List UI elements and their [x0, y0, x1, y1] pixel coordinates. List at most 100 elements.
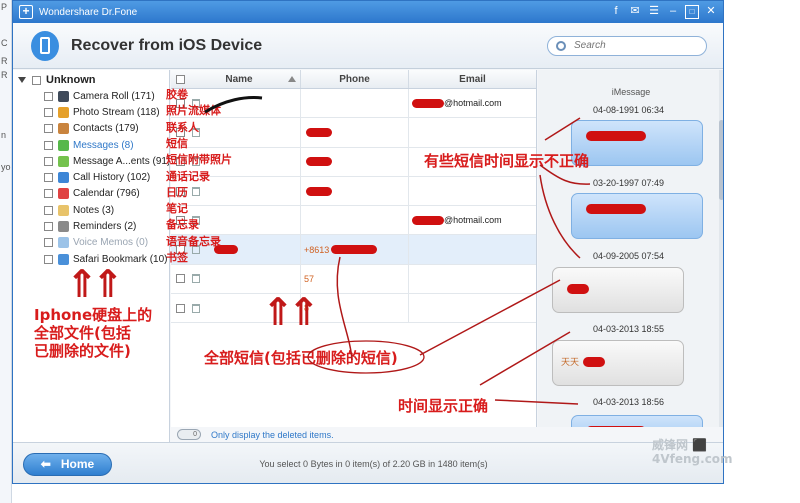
maximize-button[interactable]: □ — [685, 5, 699, 19]
message-bubble[interactable] — [571, 120, 703, 166]
deleted-only-toggle[interactable]: 0 — [177, 429, 201, 440]
item-checkbox[interactable] — [44, 124, 53, 134]
item-checkbox[interactable] — [44, 254, 53, 264]
message-bubble[interactable] — [571, 415, 703, 427]
sidebar-item[interactable]: Contacts (179) — [13, 121, 169, 137]
minimize-button[interactable]: – — [666, 5, 680, 19]
sidebar-item-label: Camera Roll (171) — [73, 90, 155, 102]
annotation-note: 短信 — [166, 136, 188, 150]
table-row[interactable] — [171, 118, 536, 148]
email-value: @hotmail.com — [444, 215, 502, 226]
table-row[interactable]: @hotmail.com — [171, 206, 536, 236]
home-button[interactable]: ⬅ Home — [23, 452, 112, 476]
annotation-note: 语音备忘录 — [166, 234, 221, 248]
redaction-mark — [306, 127, 332, 137]
cell-phone — [301, 147, 409, 176]
email-value: @hotmail.com — [444, 98, 502, 109]
cell-phone: 57 — [301, 264, 409, 294]
tree-root[interactable]: Unknown — [13, 72, 169, 88]
sidebar-item[interactable]: Call History (102) — [13, 169, 169, 185]
item-checkbox[interactable] — [44, 238, 53, 248]
sort-asc-icon[interactable] — [288, 76, 296, 82]
deleted-trash-icon — [192, 186, 200, 196]
item-checkbox[interactable] — [44, 205, 53, 215]
item-checkbox[interactable] — [44, 107, 53, 117]
annotation-note: 笔记 — [166, 202, 188, 216]
message-timestamp: 04-03-2013 18:55 — [593, 324, 665, 334]
cell-phone — [301, 176, 409, 206]
table-row[interactable]: 57 — [171, 264, 536, 295]
annotation-note: 备忘录 — [166, 218, 199, 232]
sidebar-item[interactable]: Photo Stream (118) — [13, 104, 169, 120]
column-name[interactable]: Name — [190, 74, 288, 85]
column-phone[interactable]: Phone — [301, 70, 409, 88]
sidebar-item[interactable]: Voice Memos (0) — [13, 235, 169, 251]
deleted-trash-icon — [192, 303, 200, 313]
item-checkbox[interactable] — [44, 140, 53, 150]
row-checkbox[interactable] — [176, 303, 185, 313]
sidebar-item-label: Reminders (2) — [73, 221, 137, 233]
watermark: 威锋网 ⬛ 4Vfeng.com — [652, 438, 733, 466]
cell-email — [409, 235, 536, 263]
sidebar-item[interactable]: Camera Roll (171) — [13, 88, 169, 104]
close-button[interactable]: ✕ — [704, 5, 718, 19]
sidebar-item[interactable]: Reminders (2) — [13, 218, 169, 234]
item-checkbox[interactable] — [44, 189, 53, 199]
item-checkbox[interactable] — [44, 91, 53, 101]
facebook-icon[interactable]: f — [609, 5, 623, 19]
table-row[interactable]: @hotmail.com — [171, 89, 536, 119]
category-tree: Unknown Camera Roll (171) Photo Stream (1… — [13, 70, 170, 442]
cell-phone — [301, 118, 409, 147]
annotation-note: 照片流媒体 — [166, 104, 221, 118]
sidebar-item-label: Voice Memos (0) — [73, 237, 149, 249]
sidebar-item-label: Calendar (796) — [73, 188, 140, 200]
category-icon — [58, 237, 69, 249]
preview-scrollbar[interactable] — [719, 70, 723, 427]
bg-fragment: R — [1, 70, 8, 80]
message-timestamp: 04-08-1991 06:34 — [593, 105, 665, 115]
phone-value: 57 — [304, 273, 315, 284]
search-icon — [556, 40, 566, 51]
cell-phone: +8613 — [301, 235, 409, 264]
item-checkbox[interactable] — [44, 222, 53, 232]
sidebar-item[interactable]: Notes (3) — [13, 202, 169, 218]
preview-title: iMessage — [611, 87, 651, 97]
item-checkbox[interactable] — [44, 173, 53, 183]
annotation-note: 通话记录 — [166, 169, 210, 183]
select-all-checkbox[interactable] — [176, 74, 185, 84]
app-window: + Wondershare Dr.Fone f ✉ ☰ – □ ✕ Recove… — [12, 0, 724, 484]
bg-fragment: R — [1, 56, 8, 66]
redaction-mark — [412, 215, 444, 225]
sidebar-item-label: Call History (102) — [73, 172, 151, 184]
sidebar-item[interactable]: Messages (8) — [13, 137, 169, 153]
scroll-thumb[interactable] — [719, 120, 723, 200]
message-bubble[interactable]: 天天 — [552, 340, 684, 386]
expand-arrow-icon[interactable] — [18, 77, 26, 83]
search-box[interactable] — [547, 35, 707, 56]
cell-phone: 8 — [301, 294, 409, 323]
table-row[interactable]: 8 — [171, 294, 536, 324]
message-bubble[interactable] — [571, 193, 703, 239]
feedback-icon[interactable]: ✉ — [628, 5, 642, 19]
sidebar-item[interactable]: Message A...ents (91) — [13, 153, 169, 169]
deleted-only-label[interactable]: Only display the deleted items. — [211, 430, 334, 440]
sidebar-item-label: Message A...ents (91) — [73, 155, 169, 167]
root-checkbox[interactable] — [32, 75, 41, 85]
row-checkbox[interactable] — [176, 274, 185, 284]
sidebar-item[interactable]: Calendar (796) — [13, 186, 169, 202]
table-row[interactable] — [171, 176, 536, 207]
message-bubble[interactable] — [552, 267, 684, 313]
grid-header: Name Phone Email — [171, 70, 536, 89]
up-arrows-left: ⇑⇑ — [66, 262, 124, 306]
column-email[interactable]: Email — [409, 70, 536, 88]
redaction-mark — [586, 426, 646, 427]
menu-icon[interactable]: ☰ — [647, 5, 661, 19]
redaction-mark — [412, 98, 444, 108]
item-checkbox[interactable] — [44, 156, 53, 166]
message-timestamp: 04-09-2005 07:54 — [593, 251, 665, 261]
phone-value: +8613 — [304, 244, 330, 255]
cell-email: @hotmail.com — [409, 206, 536, 234]
bg-fragment: P — [1, 2, 8, 12]
table-row[interactable]: +8613 — [171, 235, 536, 265]
search-input[interactable] — [574, 40, 694, 51]
